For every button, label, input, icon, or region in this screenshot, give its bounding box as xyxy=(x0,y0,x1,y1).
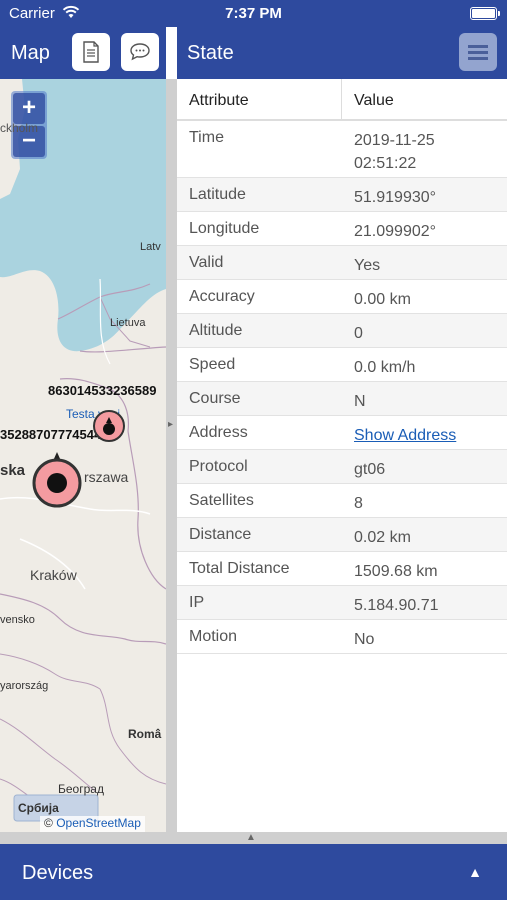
map-tiles xyxy=(0,79,166,832)
attribute-cell: Protocol xyxy=(189,458,248,475)
app-screen: Carrier 7:37 PM Map + − ckholm Latv Liet… xyxy=(0,0,507,900)
map-label-warszawa: rszawa xyxy=(84,469,129,485)
table-row: Time 2019-11-25 02:51:22 xyxy=(177,121,507,178)
map-label-hungary: yarország xyxy=(0,680,49,692)
table-row: Course N xyxy=(177,382,507,416)
attribute-cell: Latitude xyxy=(189,186,246,203)
map-label-srbija: Србија xyxy=(18,801,59,815)
menu-icon xyxy=(468,44,488,48)
attribute-cell: Address xyxy=(189,424,248,441)
attribute-cell: Longitude xyxy=(189,220,260,237)
table-header: Attribute Value xyxy=(177,79,507,121)
map-label-lietuva: Lietuva xyxy=(110,317,146,329)
column-header-value: Value xyxy=(354,92,394,109)
value-cell: Show Address xyxy=(354,416,456,449)
devices-bar[interactable]: Devices ▲ xyxy=(0,844,507,900)
report-button[interactable] xyxy=(72,33,110,71)
map-view[interactable]: + − ckholm Latv Lietuva 863014533236589 … xyxy=(0,79,166,832)
value-cell: Yes xyxy=(354,257,381,274)
zoom-in-button[interactable]: + xyxy=(13,93,45,124)
table-row: Longitude 21.099902° xyxy=(177,212,507,246)
attribute-cell: Total Distance xyxy=(189,560,290,577)
table-row: Motion No xyxy=(177,620,507,654)
attribute-cell: Valid xyxy=(189,254,224,271)
column-header-attribute: Attribute xyxy=(177,79,342,119)
value-cell: 21.099902° xyxy=(354,223,437,240)
table-row: IP 5.184.90.71 xyxy=(177,586,507,620)
menu-button[interactable] xyxy=(459,33,497,71)
state-table: Attribute Value Time 2019-11-25 02:51:22 L… xyxy=(177,79,507,654)
value-cell: 0.02 km xyxy=(354,529,411,546)
status-bar: Carrier 7:37 PM xyxy=(0,0,507,27)
value-cell: 0.0 km/h xyxy=(354,359,416,376)
map-label-polska: ska xyxy=(0,462,26,479)
map-header: Map xyxy=(0,27,166,79)
map-label-krakow: Kraków xyxy=(30,567,77,583)
attribute-cell: IP xyxy=(189,594,205,611)
device-marker-small[interactable] xyxy=(92,409,126,449)
attribute-cell: Speed xyxy=(189,356,236,373)
table-row: Address Show Address xyxy=(177,416,507,450)
clock: 7:37 PM xyxy=(225,5,282,22)
devices-title: Devices xyxy=(22,862,94,884)
vertical-splitter[interactable]: ▸ xyxy=(166,79,177,832)
document-icon xyxy=(83,41,99,63)
value-cell: 1509.68 km xyxy=(354,563,438,580)
table-row: Distance 0.02 km xyxy=(177,518,507,552)
command-button[interactable] xyxy=(121,33,159,71)
map-label-beograd: Београд xyxy=(58,782,104,796)
map-attribution: © OpenStreetMap xyxy=(40,816,145,832)
horizontal-splitter[interactable]: ▲ xyxy=(0,832,507,844)
value-cell: gt06 xyxy=(354,461,386,478)
value-cell: 51.919930° xyxy=(354,189,437,206)
map-label-slovensko: vensko xyxy=(0,614,35,626)
table-row: Altitude 0 xyxy=(177,314,507,348)
value-cell: No xyxy=(354,631,375,648)
device-label-1: 863014533236589 xyxy=(48,383,157,398)
value-cell: 0.00 km xyxy=(354,291,411,308)
table-row: Total Distance 1509.68 km xyxy=(177,552,507,586)
attribute-cell: Motion xyxy=(189,628,238,645)
value-cell: 0 xyxy=(354,325,363,342)
attribute-cell: Accuracy xyxy=(189,288,255,305)
table-row: Latitude 51.919930° xyxy=(177,178,507,212)
attribute-cell: Time xyxy=(189,129,224,146)
table-row: Protocol gt06 xyxy=(177,450,507,484)
table-row: Accuracy 0.00 km xyxy=(177,280,507,314)
openstreetmap-link[interactable]: OpenStreetMap xyxy=(56,816,141,830)
map-label-latvia: Latv xyxy=(140,241,161,253)
value-cell: 8 xyxy=(354,495,363,512)
map-label-romania: Româ xyxy=(128,727,162,741)
state-header: State xyxy=(177,27,507,79)
table-row: Valid Yes xyxy=(177,246,507,280)
table-row: Speed 0.0 km/h xyxy=(177,348,507,382)
value-cell: 5.184.90.71 xyxy=(354,597,439,614)
attribute-cell: Course xyxy=(189,390,241,407)
value-cell: 2019-11-25 02:51:22 xyxy=(354,132,435,172)
attribution-copyright: © xyxy=(44,816,53,830)
caret-up-icon: ▲ xyxy=(246,832,256,843)
attribute-cell: Satellites xyxy=(189,492,254,509)
battery-icon xyxy=(470,7,500,20)
attribute-cell: Distance xyxy=(189,526,252,543)
device-marker-selected[interactable] xyxy=(31,452,83,510)
attribute-cell: Altitude xyxy=(189,322,243,339)
expand-up-icon[interactable]: ▲ xyxy=(468,864,482,880)
state-title: State xyxy=(187,42,234,64)
value-cell: N xyxy=(354,393,366,410)
caret-right-icon: ▸ xyxy=(168,419,174,430)
table-row: Satellites 8 xyxy=(177,484,507,518)
show-address-link[interactable]: Show Address xyxy=(354,427,456,444)
map-title: Map xyxy=(11,42,50,64)
chat-bubble-icon xyxy=(130,43,150,61)
map-label-stockholm: ckholm xyxy=(0,121,39,135)
